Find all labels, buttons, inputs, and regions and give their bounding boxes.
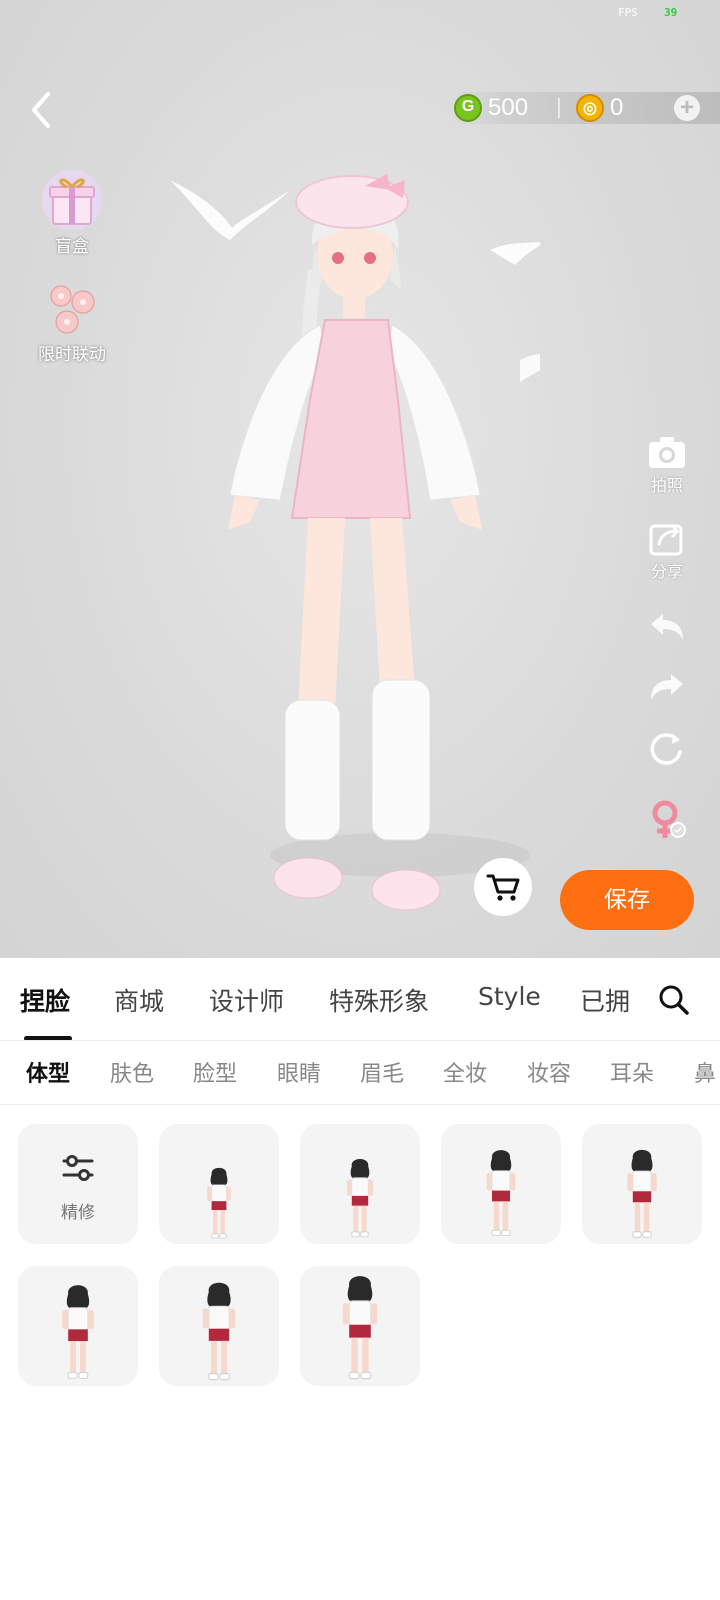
main-tab-bar: 捏脸 商城 设计师 特殊形象 Style 已拥: [0, 982, 720, 1022]
green-coin-icon: G: [454, 94, 482, 122]
chevron-left-icon: [32, 92, 50, 128]
blind-box-label: 盲盒: [55, 237, 89, 257]
fps-counter: FPS 39: [618, 6, 678, 19]
cart-icon: [486, 874, 520, 901]
share-icon: [649, 524, 683, 556]
gender-switch-button[interactable]: [632, 798, 702, 846]
body-preset-tile[interactable]: [582, 1124, 702, 1244]
fine-tune-tile[interactable]: 精修: [18, 1124, 138, 1244]
sub-tab-bar[interactable]: 体型 肤色 脸型 眼睛 眉毛 全妆 妆容 耳朵 鼻: [0, 1056, 720, 1096]
cherry-blossom-icon: [37, 274, 107, 344]
body-preset-tile[interactable]: [18, 1266, 138, 1386]
gold-coin-amount: 0: [610, 94, 624, 121]
tab-designer[interactable]: 设计师: [209, 982, 284, 1018]
share-label: 分享: [650, 562, 683, 581]
back-button[interactable]: [22, 90, 62, 130]
body-preset-tile[interactable]: [300, 1124, 420, 1244]
tab-divider: [0, 1040, 720, 1041]
photo-label: 拍照: [650, 476, 683, 495]
body-preset-tile[interactable]: [441, 1124, 561, 1244]
search-button[interactable]: [656, 982, 692, 1018]
subtab-nose[interactable]: 鼻: [694, 1056, 716, 1088]
search-icon: [659, 985, 689, 1015]
body-preset-thumbnail: [207, 1167, 231, 1239]
avatar-figure[interactable]: [140, 150, 540, 930]
add-currency-button[interactable]: +: [674, 95, 700, 121]
redo-icon: [651, 674, 683, 700]
limited-collab-label: 限时联动: [38, 345, 106, 365]
tab-face-edit[interactable]: 捏脸: [20, 982, 70, 1018]
body-preset-thumbnail: [202, 1282, 236, 1381]
undo-icon: [651, 614, 683, 640]
body-preset-thumbnail: [627, 1149, 657, 1238]
share-button[interactable]: 分享: [632, 520, 702, 582]
subtab-face-shape[interactable]: 脸型: [193, 1056, 237, 1088]
body-preset-thumbnail: [346, 1158, 374, 1238]
body-preset-thumbnail: [486, 1150, 516, 1237]
currency-bar: G 500 ◎ 0 +: [452, 92, 720, 124]
limited-collab-button[interactable]: 限时联动: [20, 274, 124, 365]
currency-divider: [558, 98, 560, 118]
subtab-eyebrows[interactable]: 眉毛: [360, 1056, 404, 1088]
reset-button[interactable]: [632, 730, 702, 770]
tab-style[interactable]: Style: [478, 982, 541, 1011]
body-preset-tile[interactable]: [300, 1266, 420, 1386]
blind-box-button[interactable]: 盲盒: [20, 166, 124, 257]
subtab-body-type[interactable]: 体型: [26, 1056, 70, 1088]
gift-box-icon: [37, 166, 107, 236]
save-button[interactable]: 保存: [560, 870, 694, 930]
body-preset-thumbnail: [342, 1276, 378, 1380]
subtab-ears[interactable]: 耳朵: [610, 1056, 654, 1088]
tab-shop[interactable]: 商城: [114, 982, 164, 1018]
cart-button[interactable]: [474, 858, 532, 916]
body-preset-thumbnail: [62, 1285, 94, 1379]
tab-special-avatar[interactable]: 特殊形象: [329, 982, 429, 1018]
fine-tune-label: 精修: [61, 1203, 95, 1223]
subtab-divider: [0, 1104, 720, 1105]
reset-icon: [650, 733, 682, 765]
camera-icon: [649, 437, 685, 468]
sliders-icon: [62, 1155, 94, 1181]
avatar-stage[interactable]: FPS 39 G 500 ◎ 0 + 盲盒 限时联动 拍照 分享 保存: [0, 0, 720, 958]
subtab-full-makeup[interactable]: 全妆: [443, 1056, 487, 1088]
redo-button[interactable]: [632, 670, 702, 710]
body-preset-tile[interactable]: [159, 1266, 279, 1386]
green-coin-amount: 500: [488, 94, 529, 121]
subtab-makeup[interactable]: 妆容: [527, 1056, 571, 1088]
tab-owned[interactable]: 已拥: [580, 982, 630, 1018]
body-preset-tile[interactable]: [159, 1124, 279, 1244]
subtab-skin-color[interactable]: 肤色: [110, 1056, 154, 1088]
female-gender-icon: [652, 800, 686, 838]
subtab-eyes[interactable]: 眼睛: [277, 1056, 321, 1088]
gold-coin-icon: ◎: [576, 94, 604, 122]
photo-button[interactable]: 拍照: [632, 434, 702, 496]
undo-button[interactable]: [632, 610, 702, 650]
